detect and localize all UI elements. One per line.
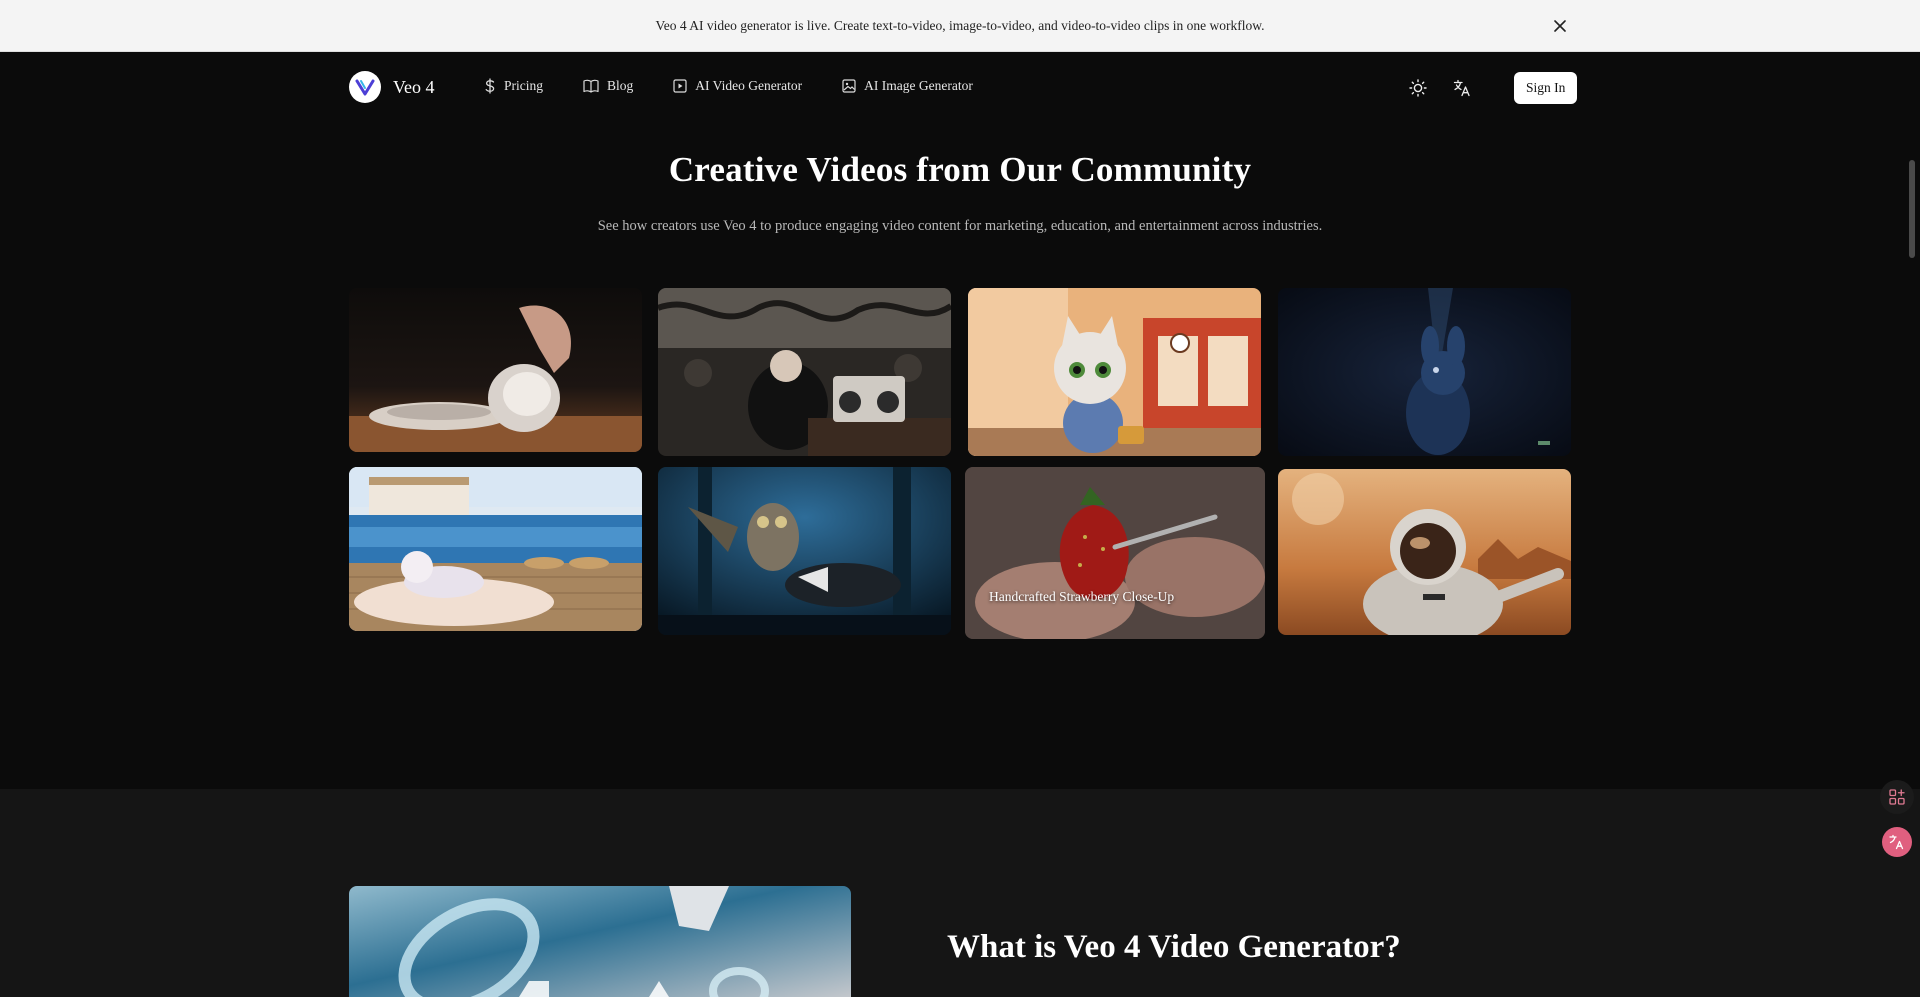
image-icon (842, 79, 856, 93)
veo-logo-icon (349, 71, 381, 103)
nav-link-label: AI Image Generator (864, 78, 973, 93)
apps-grid-icon[interactable] (1880, 780, 1914, 814)
top-navigation: Veo 4 Pricing Blog AI Video Generator AI… (0, 52, 1920, 124)
nav-link-label: AI Video Generator (695, 78, 803, 93)
brand-name: Veo 4 (393, 76, 435, 97)
community-subtitle: See how creators use Veo 4 to produce en… (597, 218, 1323, 234)
language-translate-icon[interactable] (1446, 72, 1478, 104)
dollar-icon (484, 78, 496, 94)
video-thumbnail-tea-pour[interactable] (349, 288, 642, 452)
nav-link-ai-image-generator[interactable]: AI Image Generator (842, 78, 973, 94)
translate-widget-icon[interactable] (1882, 827, 1912, 857)
veo-hero-image (349, 886, 851, 997)
announcement-banner: Veo 4 AI video generator is live. Create… (0, 0, 1920, 52)
video-thumbnail-mars-astronaut[interactable] (1278, 469, 1571, 635)
nav-link-blog[interactable]: Blog (583, 78, 633, 94)
nav-link-pricing[interactable]: Pricing (484, 78, 543, 94)
about-section: What is Veo 4 Video Generator? (0, 789, 1920, 997)
nav-links: Pricing Blog AI Video Generator AI Image… (484, 78, 973, 94)
nav-link-ai-video-generator[interactable]: AI Video Generator (673, 78, 802, 94)
theme-toggle-sun-icon[interactable] (1402, 72, 1434, 104)
announcement-text: Veo 4 AI video generator is live. Create… (655, 17, 1265, 33)
nav-actions: Sign In (1402, 72, 1578, 104)
brand-logo[interactable]: Veo 4 (349, 71, 435, 103)
video-thumbnail-blue-creature[interactable] (1278, 288, 1571, 456)
community-title: Creative Videos from Our Community (668, 150, 1252, 189)
about-title: What is Veo 4 Video Generator? (947, 929, 1401, 965)
nav-link-label: Pricing (504, 78, 543, 93)
video-thumbnail-strawberry-closeup[interactable]: Handcrafted Strawberry Close-Up (965, 467, 1265, 639)
close-icon[interactable] (1550, 16, 1570, 36)
video-thumbnail-beach-nap[interactable] (349, 467, 642, 631)
page-scrollbar[interactable] (1909, 160, 1915, 258)
video-thumbnail-cartoon-cat[interactable] (968, 288, 1261, 456)
nav-link-label: Blog (607, 78, 634, 93)
video-caption: Handcrafted Strawberry Close-Up (989, 589, 1175, 604)
book-icon (583, 79, 599, 93)
sign-in-button[interactable]: Sign In (1514, 72, 1578, 104)
community-section: Creative Videos from Our Community See h… (0, 124, 1920, 789)
video-icon (673, 79, 687, 93)
video-thumbnail-owl-badger[interactable] (658, 467, 951, 635)
video-thumbnail-cafe-boombox[interactable] (658, 288, 951, 456)
